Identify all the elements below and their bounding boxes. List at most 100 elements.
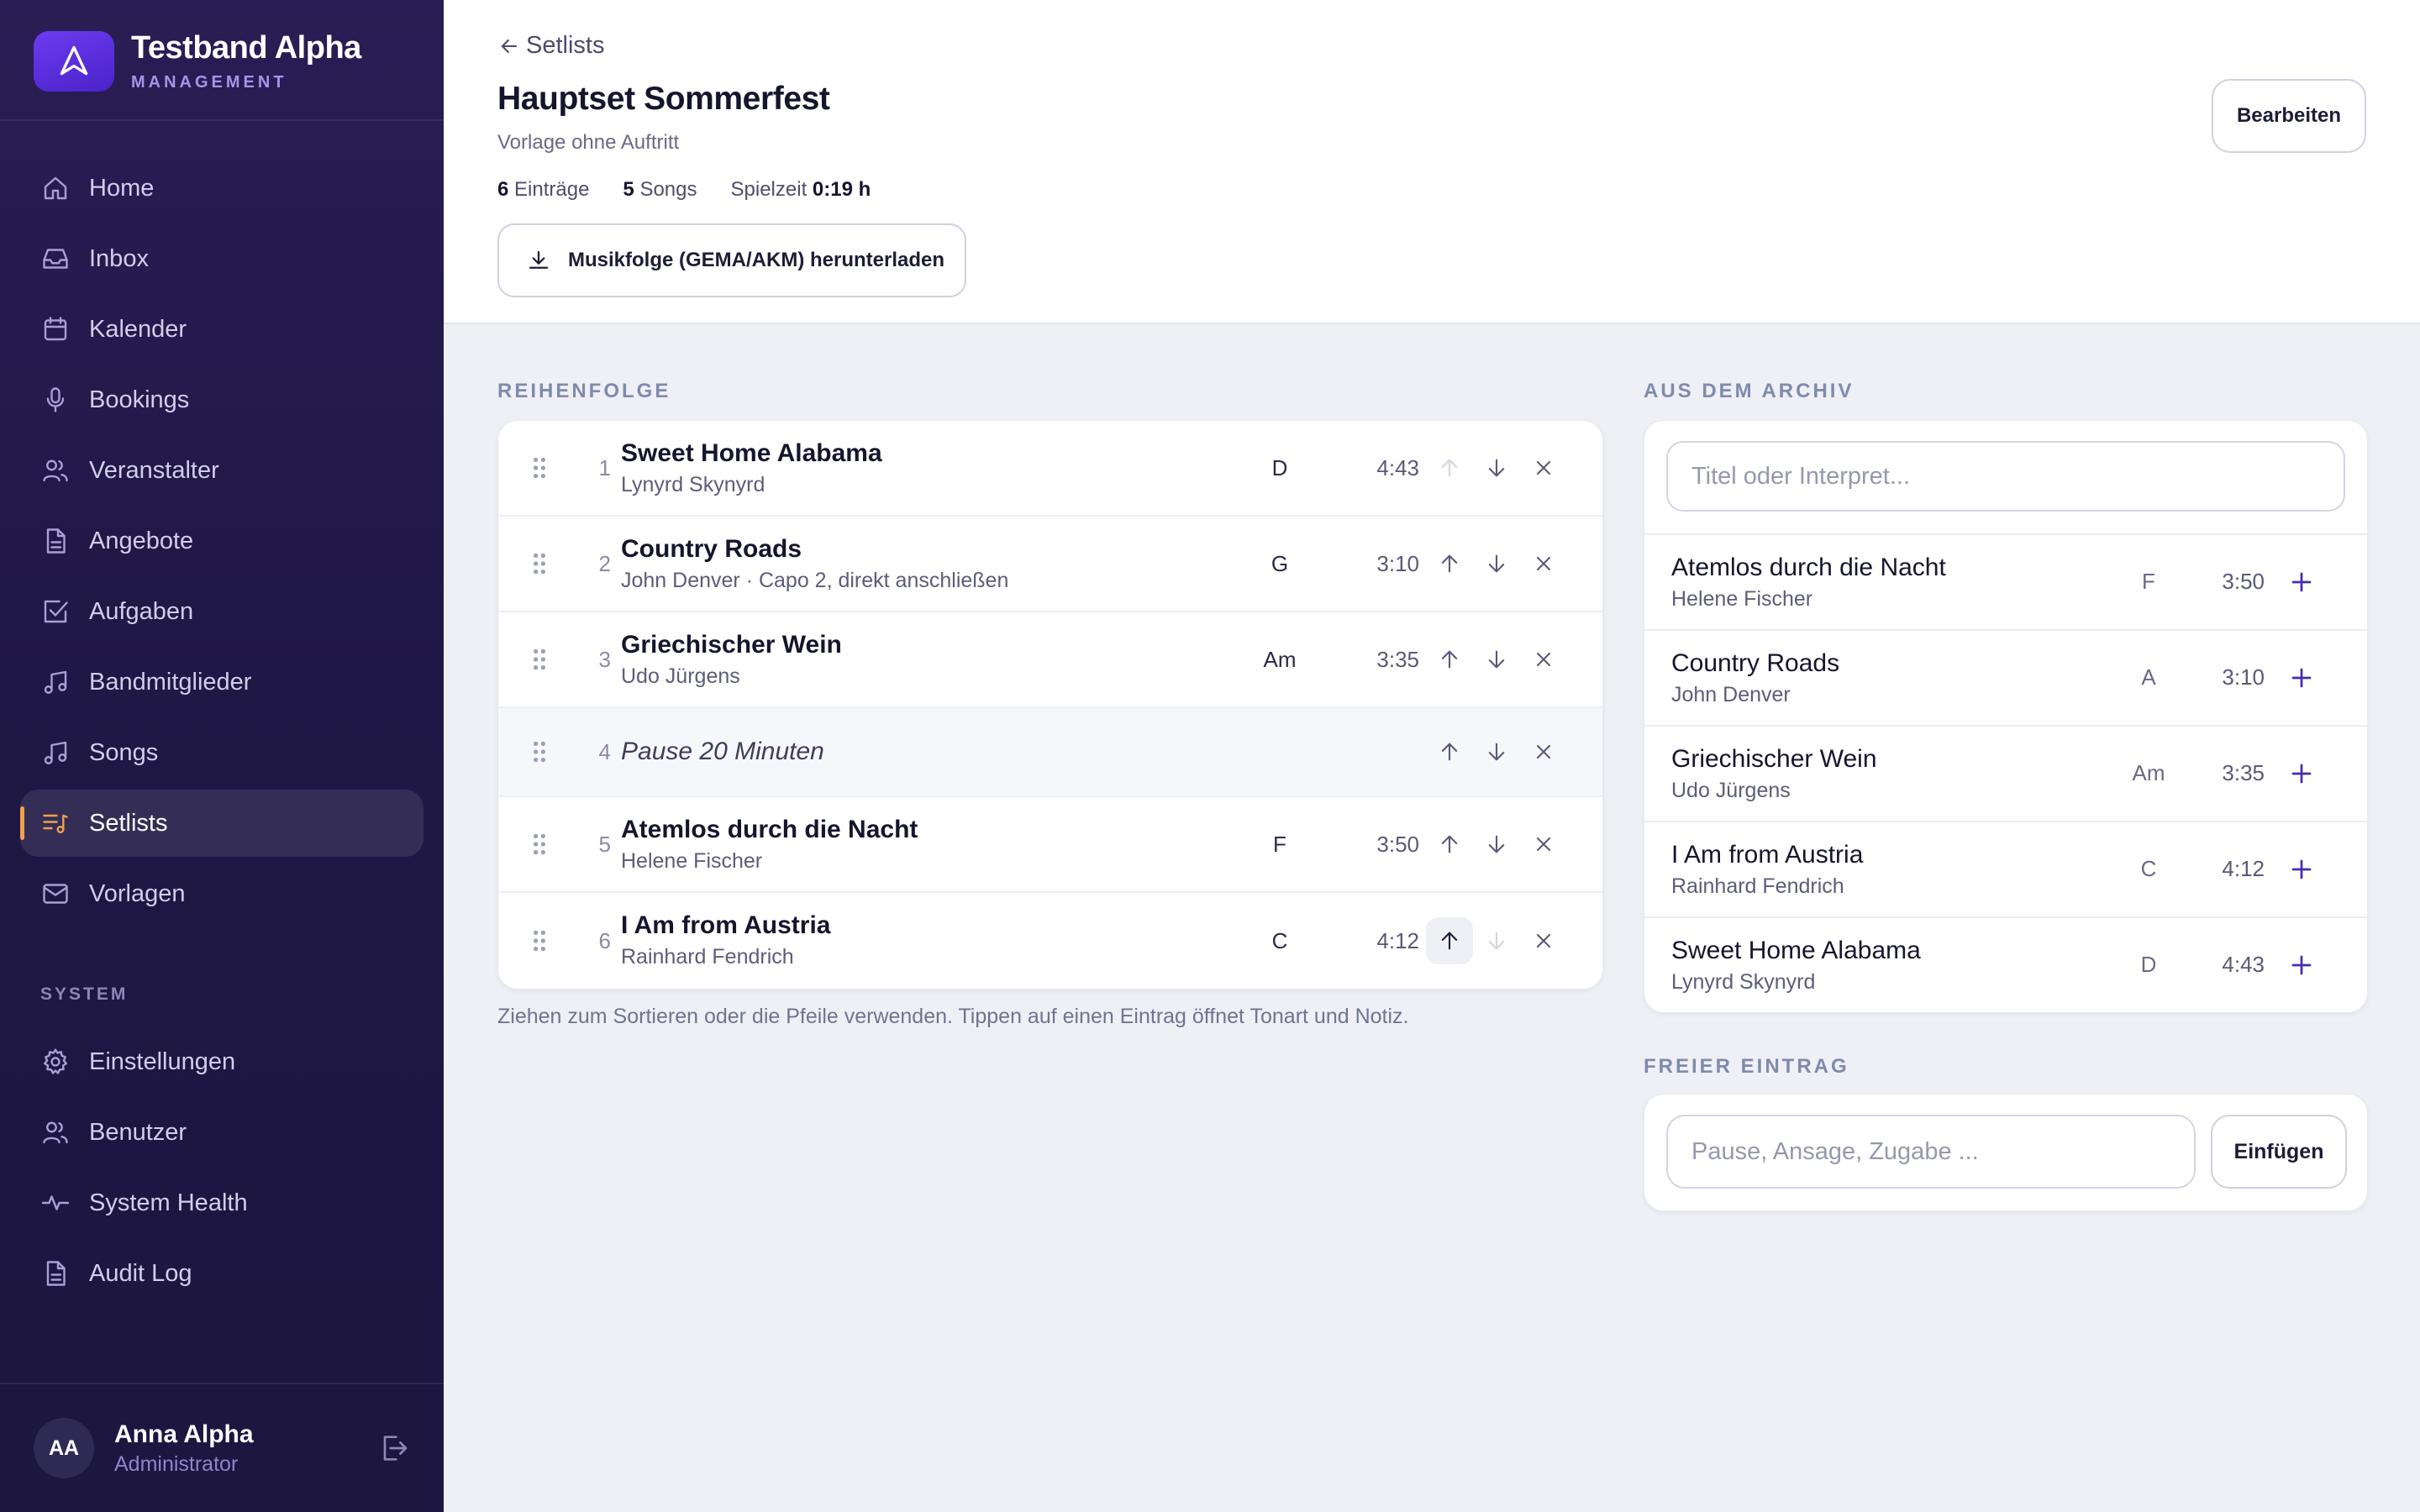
drag-handle-icon[interactable] <box>532 552 547 575</box>
brand-logo-icon <box>34 31 114 92</box>
remove-button[interactable] <box>1520 917 1567 964</box>
move-up-button[interactable] <box>1426 636 1473 683</box>
brand-subtitle: MANAGEMENT <box>131 73 287 92</box>
row-number: 4 <box>598 738 611 764</box>
home-icon <box>44 176 67 200</box>
sidebar-item-audit-log[interactable]: Audit Log <box>20 1240 424 1307</box>
setlist-row[interactable]: 5 Atemlos durch die Nacht Helene Fischer… <box>498 797 1602 893</box>
sidebar-item-veranstalter[interactable]: Veranstalter <box>20 437 424 504</box>
plus-icon <box>2291 668 2312 688</box>
add-song-button[interactable] <box>2285 948 2318 982</box>
move-up-button[interactable] <box>1426 728 1473 775</box>
edit-button[interactable]: Bearbeiten <box>2212 79 2366 153</box>
archive-item[interactable]: Country Roads John Denver A 3:10 <box>1644 631 2367 727</box>
archive-item[interactable]: Griechischer Wein Udo Jürgens Am 3:35 <box>1644 727 2367 822</box>
close-icon <box>1536 460 1551 475</box>
setlist-row-pause[interactable]: 4 Pause 20 Minuten <box>498 708 1602 797</box>
setlist-row[interactable]: 2 Country Roads John Denver · Capo 2, di… <box>498 517 1602 612</box>
move-up-button[interactable] <box>1426 540 1473 587</box>
sidebar-item-benutzer[interactable]: Benutzer <box>20 1099 424 1166</box>
system-section-label: SYSTEM <box>40 984 129 1004</box>
move-up-button[interactable] <box>1426 444 1473 491</box>
song-artist: Udo Jürgens <box>621 664 740 688</box>
sidebar-item-system-health[interactable]: System Health <box>20 1169 424 1236</box>
add-song-button[interactable] <box>2285 661 2318 695</box>
main-nav: Home Inbox Kalender Bookings Veranstalte… <box>20 155 424 931</box>
remove-button[interactable] <box>1520 540 1567 587</box>
download-icon <box>529 250 549 269</box>
move-down-button[interactable] <box>1473 917 1520 964</box>
move-down-button[interactable] <box>1473 636 1520 683</box>
archive-song-key: Am <box>2132 760 2165 785</box>
archive-search-input[interactable] <box>1666 441 2345 512</box>
sidebar-item-label: Audit Log <box>89 1259 192 1287</box>
sidebar-item-songs[interactable]: Songs <box>20 719 424 786</box>
add-song-button[interactable] <box>2285 853 2318 886</box>
back-link[interactable]: Setlists <box>497 32 604 60</box>
free-entry-input[interactable] <box>1666 1115 2196 1189</box>
sidebar-item-einstellungen[interactable]: Einstellungen <box>20 1028 424 1095</box>
archive-item[interactable]: I Am from Austria Rainhard Fendrich C 4:… <box>1644 822 2367 918</box>
sidebar-item-bandmitglieder[interactable]: Bandmitglieder <box>20 648 424 716</box>
move-up-button[interactable] <box>1426 917 1473 964</box>
remove-button[interactable] <box>1520 444 1567 491</box>
sidebar-item-kalender[interactable]: Kalender <box>20 296 424 363</box>
users-icon <box>43 459 68 482</box>
archive-song-artist: John Denver <box>1671 683 1791 706</box>
sidebar-item-setlists[interactable]: Setlists <box>20 790 424 857</box>
song-title: Griechischer Wein <box>621 631 842 659</box>
drag-handle-icon[interactable] <box>532 832 547 856</box>
insert-button[interactable]: Einfügen <box>2211 1115 2347 1189</box>
sidebar-item-angebote[interactable]: Angebote <box>20 507 424 575</box>
setlist-icon <box>43 814 68 834</box>
song-title: Sweet Home Alabama <box>621 439 882 467</box>
sidebar-item-aufgaben[interactable]: Aufgaben <box>20 578 424 645</box>
archive-song-title: I Am from Austria <box>1671 841 1864 869</box>
sidebar-item-vorlagen[interactable]: Vorlagen <box>20 860 424 927</box>
setlist-row[interactable]: 1 Sweet Home Alabama Lynyrd Skynyrd D 4:… <box>498 421 1602 517</box>
microphone-icon <box>46 387 65 412</box>
sidebar-item-label: Benutzer <box>89 1118 187 1146</box>
sidebar-item-home[interactable]: Home <box>20 155 424 222</box>
drag-handle-icon[interactable] <box>532 648 547 671</box>
remove-button[interactable] <box>1520 821 1567 868</box>
song-artist: Helene Fischer <box>621 849 763 873</box>
archive-song-artist: Lynyrd Skynyrd <box>1671 970 1816 994</box>
move-down-button[interactable] <box>1473 540 1520 587</box>
archive-item[interactable]: Sweet Home Alabama Lynyrd Skynyrd D 4:43 <box>1644 918 2367 1012</box>
order-hint: Ziehen zum Sortieren oder die Pfeile ver… <box>497 1005 1409 1028</box>
archive-item[interactable]: Atemlos durch die Nacht Helene Fischer F… <box>1644 535 2367 631</box>
sidebar-item-label: Inbox <box>89 244 149 272</box>
logout-icon[interactable] <box>376 1431 410 1465</box>
sidebar-item-inbox[interactable]: Inbox <box>20 225 424 292</box>
remove-button[interactable] <box>1520 728 1567 775</box>
user-role: Administrator <box>114 1452 239 1476</box>
move-down-button[interactable] <box>1473 728 1520 775</box>
download-music-sequence-button[interactable]: Musikfolge (GEMA/AKM) herunterladen <box>497 223 966 297</box>
avatar: AA <box>34 1418 94 1478</box>
sidebar-item-label: Home <box>89 174 155 202</box>
drag-handle-icon[interactable] <box>532 929 547 953</box>
setlist-row[interactable]: 3 Griechischer Wein Udo Jürgens Am 3:35 <box>498 612 1602 708</box>
back-link-label: Setlists <box>526 32 605 59</box>
arrow-left-icon <box>501 39 518 53</box>
add-song-button[interactable] <box>2285 565 2318 599</box>
song-artist: Lynyrd Skynyrd <box>621 473 765 496</box>
move-down-button[interactable] <box>1473 444 1520 491</box>
archive-song-duration: 3:10 <box>2222 664 2265 690</box>
brand[interactable]: Testband Alpha MANAGEMENT <box>34 30 361 92</box>
arrow-up-icon <box>1441 932 1458 950</box>
drag-handle-icon[interactable] <box>532 456 547 480</box>
calendar-icon <box>44 317 67 341</box>
arrow-down-icon <box>1488 932 1505 950</box>
add-song-button[interactable] <box>2285 757 2318 790</box>
sidebar-item-bookings[interactable]: Bookings <box>20 366 424 433</box>
drag-handle-icon[interactable] <box>532 740 547 764</box>
move-down-button[interactable] <box>1473 821 1520 868</box>
setlist-row[interactable]: 6 I Am from Austria Rainhard Fendrich C … <box>498 893 1602 989</box>
move-up-button[interactable] <box>1426 821 1473 868</box>
brand-title: Testband Alpha <box>131 30 361 66</box>
archive-section-label: AUS DEM ARCHIV <box>1644 380 1854 402</box>
archive-song-duration: 4:43 <box>2222 952 2265 977</box>
remove-button[interactable] <box>1520 636 1567 683</box>
